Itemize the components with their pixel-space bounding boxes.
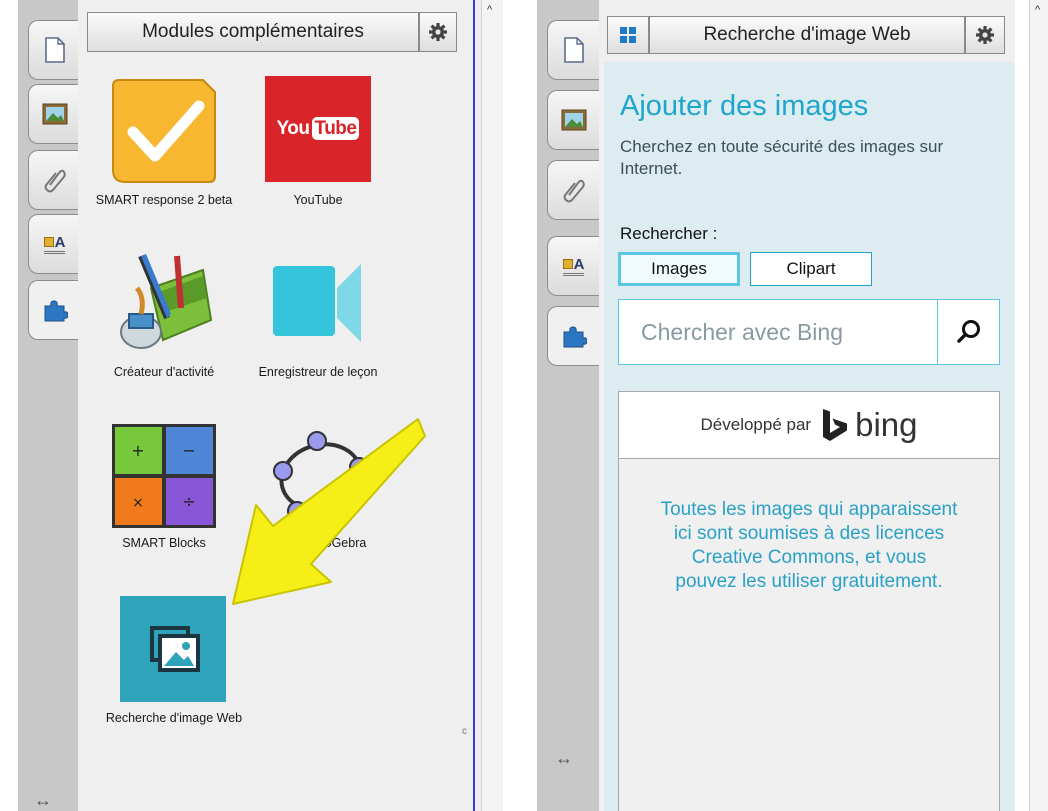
license-notice: Toutes les images qui apparaissent ici s…: [660, 499, 958, 592]
addons-settings-button[interactable]: [419, 12, 457, 52]
addon-activity-builder[interactable]: Créateur d'activité: [84, 248, 244, 398]
youtube-icon: You Tube: [265, 76, 371, 182]
smart-response-icon: [111, 78, 217, 184]
results-area: Développé par bing Toutes les images qui…: [618, 391, 1000, 811]
bing-logo-icon: [823, 409, 848, 441]
lesson-recorder-icon: [265, 248, 371, 354]
powered-by-label: Développé par: [700, 415, 812, 434]
web-image-search-panel: Ajouter des images Cherchez en toute séc…: [604, 62, 1014, 811]
search-icon: [956, 320, 980, 343]
screenshot: A ↔ Modules complémentaires SMART respon…: [0, 0, 1048, 811]
addons-header-button[interactable]: Modules complémentaires: [87, 12, 419, 52]
scroll-marker: c: [462, 726, 467, 737]
tab-addons[interactable]: [28, 280, 80, 340]
tab-page-sorter[interactable]: [28, 20, 80, 80]
gear-icon: [429, 23, 447, 41]
resize-handle-icon[interactable]: ↔: [555, 748, 573, 769]
tab-attachments[interactable]: [28, 150, 80, 210]
addon-label: Enregistreur de leçon: [258, 365, 378, 379]
search-button[interactable]: [937, 300, 999, 364]
page-icon: [563, 37, 584, 63]
tab-attachments[interactable]: [547, 160, 599, 220]
addon-label: Recherche d'image Web: [105, 711, 243, 725]
bing-search-box: [618, 299, 1000, 365]
svg-text:×: ×: [132, 495, 144, 511]
addon-label: SMART response 2 beta: [95, 193, 233, 207]
panel-heading: Ajouter des images: [620, 90, 869, 122]
svg-text:÷: ÷: [182, 492, 195, 511]
left-scrollbar[interactable]: ^: [481, 0, 503, 811]
search-label: Rechercher :: [620, 224, 718, 243]
images-toggle-label: Images: [651, 259, 707, 278]
gear-icon: [976, 26, 994, 44]
addons-content: Modules complémentaires SMART response 2…: [78, 0, 481, 811]
powered-by-bing: Développé par bing: [619, 392, 999, 459]
left-panel: A ↔ Modules complémentaires SMART respon…: [18, 0, 503, 811]
scroll-up-icon[interactable]: ^: [487, 4, 492, 16]
addons-puzzle-icon: [44, 300, 68, 322]
tab-properties[interactable]: A: [547, 236, 599, 296]
tab-page-sorter[interactable]: [547, 20, 599, 80]
bing-wordmark: bing: [855, 406, 918, 443]
tab-gallery[interactable]: [28, 84, 80, 144]
paperclip-icon: [563, 179, 585, 203]
right-tabstrip: A ↔: [537, 0, 599, 811]
addon-smart-response[interactable]: SMART response 2 beta: [84, 78, 244, 228]
bing-search-input[interactable]: [619, 300, 937, 364]
properties-icon: A: [43, 234, 66, 254]
web-image-search-icon: [120, 596, 226, 702]
paperclip-icon: [44, 169, 66, 193]
panel-description: Cherchez en toute sécurité des images su…: [620, 137, 944, 178]
gallery-icon: [561, 109, 586, 131]
arrow-pointer-icon: [232, 418, 426, 605]
right-scrollbar[interactable]: ^: [1029, 0, 1048, 811]
addon-youtube[interactable]: You Tube YouTube: [238, 76, 398, 226]
addons-header-title: Modules complémentaires: [142, 21, 364, 42]
clipart-toggle-button[interactable]: Clipart: [750, 252, 872, 286]
web-image-settings-button[interactable]: [965, 16, 1005, 54]
addons-puzzle-icon: [563, 326, 587, 348]
clipart-toggle-label: Clipart: [786, 259, 836, 278]
svg-text:+: +: [131, 441, 144, 460]
grid-view-icon: [620, 27, 636, 43]
properties-icon: A: [562, 256, 585, 276]
left-panel-edge: [473, 0, 475, 811]
addon-web-image-search[interactable]: Recherche d'image Web: [78, 596, 242, 746]
activity-builder-icon: [111, 248, 217, 354]
page-icon: [44, 37, 65, 63]
gallery-icon: [42, 103, 67, 125]
left-tabstrip: A ↔: [18, 0, 80, 811]
addon-lesson-recorder[interactable]: Enregistreur de leçon: [238, 248, 398, 398]
svg-text:−: −: [182, 441, 195, 460]
resize-handle-icon[interactable]: ↔: [34, 790, 52, 811]
web-image-grid-button[interactable]: [607, 16, 649, 54]
tab-properties[interactable]: A: [28, 214, 80, 274]
tab-gallery[interactable]: [547, 90, 599, 150]
images-toggle-button[interactable]: Images: [618, 252, 740, 286]
web-image-header-button[interactable]: Recherche d'image Web: [649, 16, 965, 54]
addon-label: YouTube: [293, 193, 343, 207]
scroll-up-icon[interactable]: ^: [1035, 4, 1040, 16]
tab-addons[interactable]: [547, 306, 599, 366]
web-image-header-title: Recherche d'image Web: [703, 24, 911, 45]
smart-blocks-icon: + − × ÷: [111, 423, 217, 529]
addon-label: Créateur d'activité: [113, 365, 215, 379]
